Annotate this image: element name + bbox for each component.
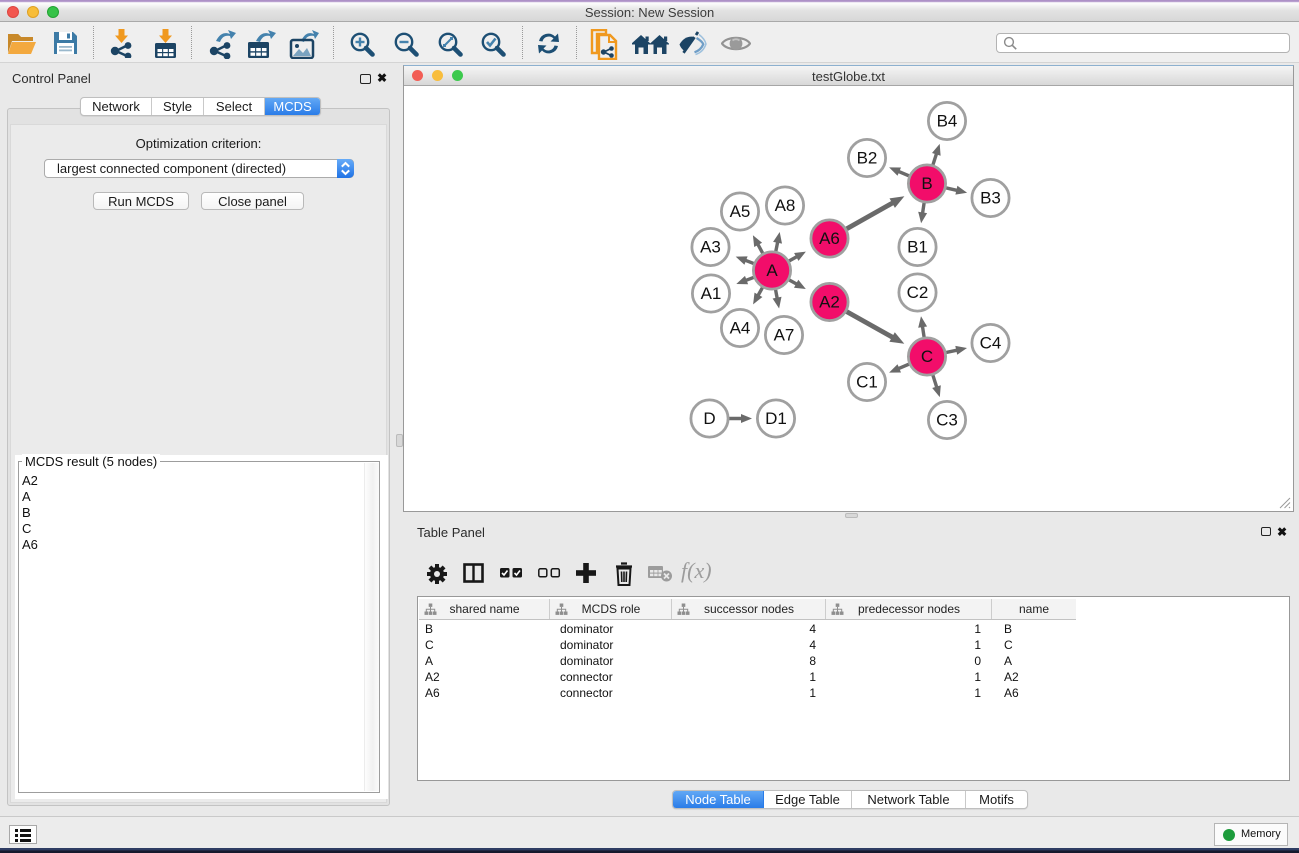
svg-text:C4: C4 (980, 334, 1002, 353)
svg-text:A3: A3 (700, 238, 721, 257)
svg-text:C1: C1 (856, 373, 878, 392)
svg-text:A6: A6 (819, 229, 840, 248)
svg-text:A4: A4 (730, 319, 751, 338)
svg-text:A2: A2 (819, 293, 840, 312)
svg-text:A8: A8 (775, 196, 796, 215)
svg-text:A7: A7 (774, 326, 795, 345)
svg-text:C: C (921, 347, 933, 366)
svg-text:A1: A1 (701, 284, 722, 303)
svg-text:B3: B3 (980, 189, 1001, 208)
svg-text:C3: C3 (936, 411, 958, 430)
svg-text:D: D (703, 409, 715, 428)
svg-text:D1: D1 (765, 409, 787, 428)
svg-text:B1: B1 (907, 238, 928, 257)
svg-text:A: A (766, 261, 778, 280)
svg-text:B4: B4 (937, 112, 958, 131)
svg-text:A5: A5 (730, 202, 751, 221)
svg-text:C2: C2 (907, 283, 929, 302)
svg-text:B: B (921, 174, 932, 193)
svg-text:B2: B2 (857, 149, 878, 168)
